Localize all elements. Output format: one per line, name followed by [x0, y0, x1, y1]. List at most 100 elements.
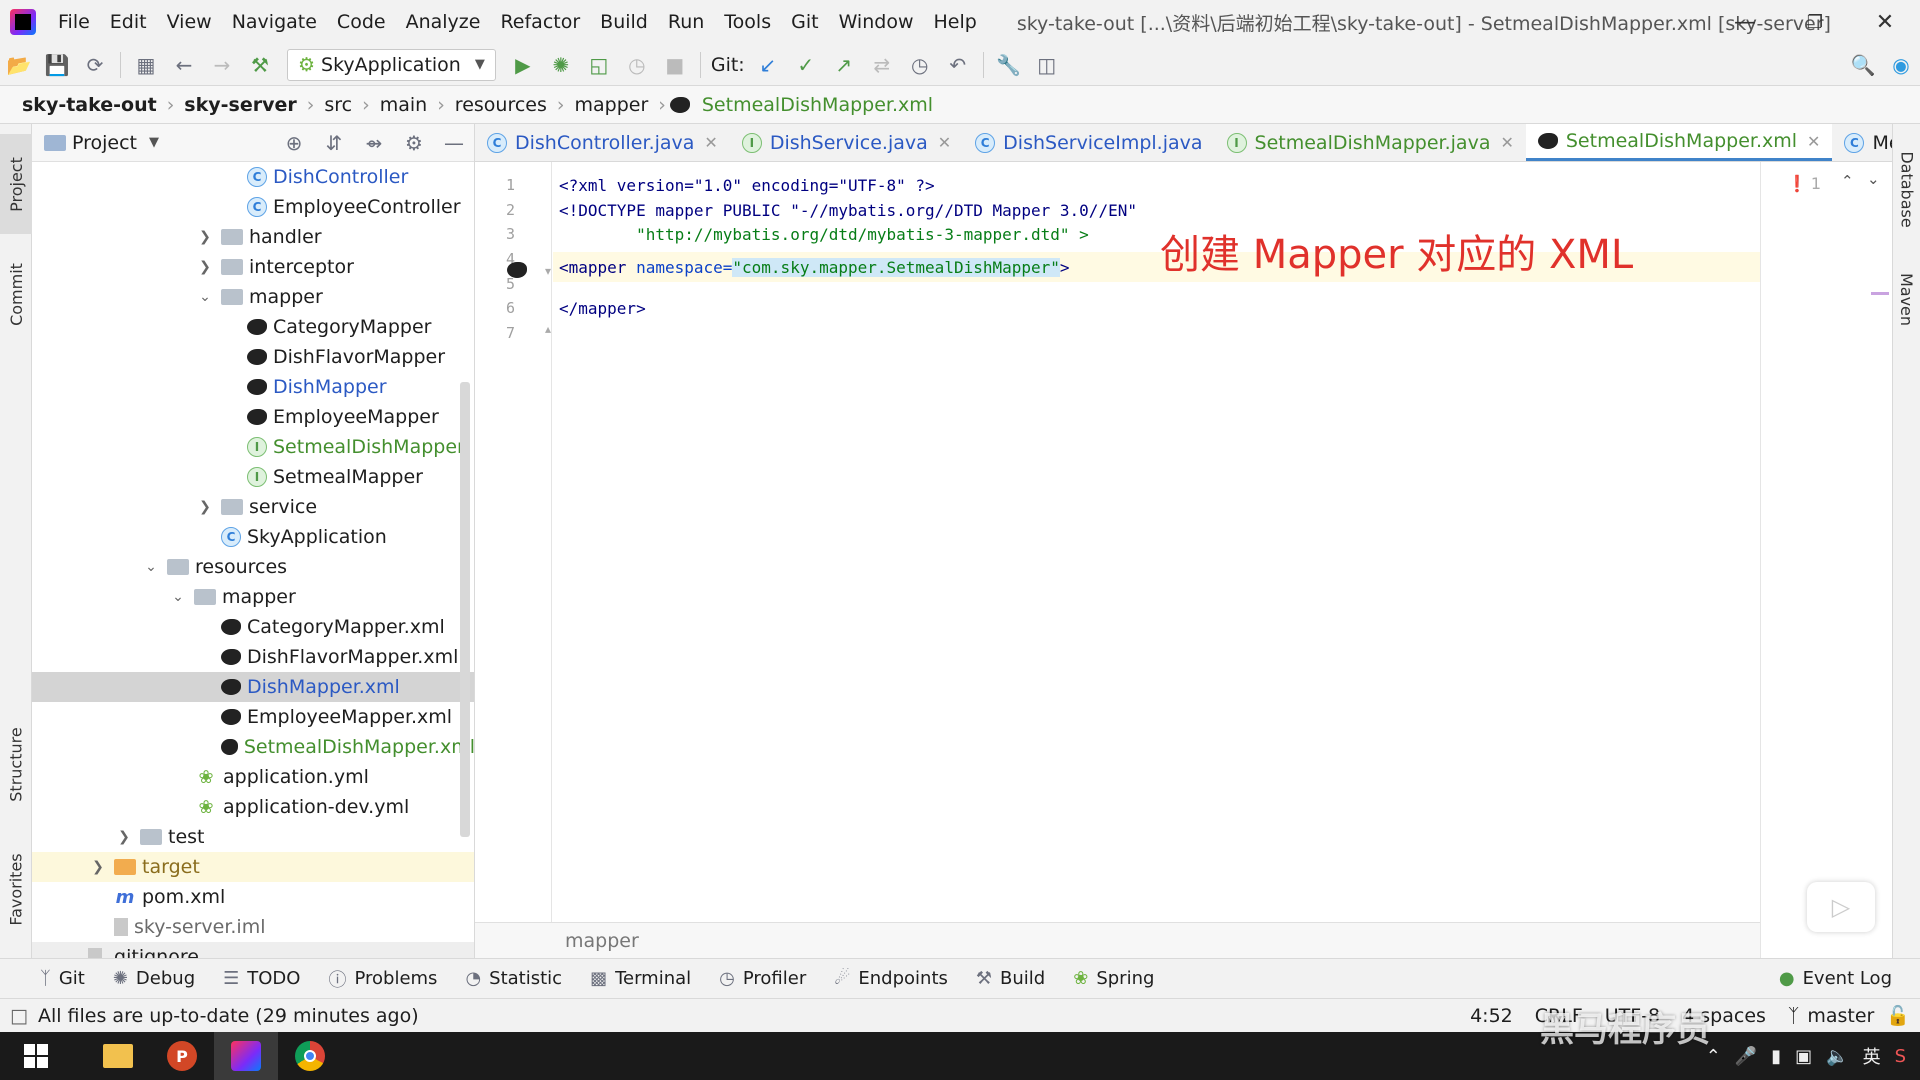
menu-code[interactable]: Code	[327, 11, 396, 33]
tree-item[interactable]: ⌄ mapper	[32, 282, 474, 312]
close-tab-icon[interactable]: ✕	[704, 133, 717, 152]
tree-item[interactable]: I SetmealDishMapper	[32, 432, 474, 462]
tab-dishserviceimpl[interactable]: C DishServiceImpl.java	[963, 124, 1214, 161]
tree-item[interactable]: EmployeeMapper	[32, 402, 474, 432]
stripe-tab-maven[interactable]: Maven	[1893, 254, 1920, 344]
tree-item[interactable]: ❀ application-dev.yml	[32, 792, 474, 822]
chevron-right-icon[interactable]: ❯	[88, 859, 108, 875]
tree-item[interactable]: SetmealDishMapper.xml	[32, 732, 474, 762]
tree-item[interactable]: ❯ target	[32, 852, 474, 882]
menu-refactor[interactable]: Refactor	[490, 11, 590, 33]
sogou-ime-icon[interactable]: S	[1895, 1046, 1906, 1067]
tree-item[interactable]: .gitignore	[32, 942, 474, 958]
tree-item[interactable]: m pom.xml	[32, 882, 474, 912]
tool-tab-profiler[interactable]: ◷ Profiler	[719, 968, 806, 989]
stripe-tab-commit[interactable]: Commit	[0, 244, 32, 344]
chevron-up-icon[interactable]: ⌃	[1841, 172, 1854, 190]
tab-dishcontroller[interactable]: C DishController.java ✕	[475, 124, 730, 161]
collapse-all-icon[interactable]: ⇴	[354, 131, 394, 155]
volume-icon[interactable]: 🔈	[1826, 1046, 1848, 1067]
breadcrumb-item[interactable]: sky-take-out	[16, 94, 163, 116]
build-hammer-icon[interactable]: ⚒	[241, 44, 279, 86]
tree-item[interactable]: CategoryMapper.xml	[32, 612, 474, 642]
tree-scrollbar[interactable]	[460, 382, 470, 837]
chevron-down-icon[interactable]: ⌄	[1867, 170, 1880, 188]
gear-icon[interactable]: ⚙	[394, 131, 434, 155]
network-icon[interactable]: ▣	[1795, 1046, 1812, 1067]
git-merge-icon[interactable]: ⇄	[863, 44, 901, 86]
menu-run[interactable]: Run	[658, 11, 714, 33]
menu-git[interactable]: Git	[781, 11, 828, 33]
stripe-tab-favorites[interactable]: Favorites	[0, 834, 32, 944]
fold-marker-icon[interactable]: ▴	[545, 322, 551, 336]
git-push-icon[interactable]: ↗	[825, 44, 863, 86]
close-tab-icon[interactable]: ✕	[1500, 133, 1513, 152]
breadcrumb-item[interactable]: sky-server	[178, 94, 302, 116]
tree-item[interactable]: ❯ test	[32, 822, 474, 852]
menu-analyze[interactable]: Analyze	[396, 11, 491, 33]
tool-tab-debug[interactable]: ✺ Debug	[113, 968, 195, 989]
coverage-icon[interactable]: ◱	[580, 44, 618, 86]
battery-icon[interactable]: ▮	[1771, 1046, 1781, 1067]
fold-marker-icon[interactable]: ▾	[545, 264, 551, 278]
expand-all-icon[interactable]: ⇵	[314, 131, 354, 155]
tool-tab-event-log[interactable]: ● Event Log	[1779, 968, 1892, 989]
tree-item[interactable]: EmployeeMapper.xml	[32, 702, 474, 732]
tree-item[interactable]: DishMapper	[32, 372, 474, 402]
lock-icon[interactable]: 🔓	[1886, 1004, 1910, 1027]
tree-item[interactable]: C EmployeeController	[32, 192, 474, 222]
chrome-icon[interactable]	[278, 1032, 342, 1080]
git-history-icon[interactable]: ◷	[901, 44, 939, 86]
save-all-icon[interactable]: 💾	[38, 44, 76, 86]
git-update-icon[interactable]: ↙	[749, 44, 787, 86]
ime-indicator[interactable]: 英	[1863, 1043, 1881, 1069]
close-tab-icon[interactable]: ✕	[1807, 132, 1820, 151]
debug-icon[interactable]: ✺	[542, 44, 580, 86]
tree-item[interactable]: DishFlavorMapper.xml	[32, 642, 474, 672]
menu-build[interactable]: Build	[590, 11, 658, 33]
toggle-tool-windows-icon[interactable]: □	[10, 1005, 28, 1027]
chevron-down-icon[interactable]: ⌄	[141, 559, 161, 575]
tool-tab-spring[interactable]: ❀ Spring	[1073, 968, 1154, 989]
xml-path-label[interactable]: mapper	[565, 930, 639, 952]
tool-tab-endpoints[interactable]: ☄ Endpoints	[834, 968, 948, 989]
tool-tab-git[interactable]: ᛉ Git	[40, 968, 85, 989]
tree-item[interactable]: ⌄ resources	[32, 552, 474, 582]
stripe-tab-database[interactable]: Database	[1893, 134, 1920, 244]
profile-icon[interactable]: ◷	[618, 44, 656, 86]
menu-edit[interactable]: Edit	[100, 11, 157, 33]
play-overlay-icon[interactable]: ▷	[1807, 882, 1875, 932]
tab-dishservice[interactable]: I DishService.java ✕	[730, 124, 963, 161]
git-rollback-icon[interactable]: ↶	[939, 44, 977, 86]
project-structure-icon[interactable]: ▦	[127, 44, 165, 86]
tree-item[interactable]: C DishController	[32, 162, 474, 192]
tool-tab-terminal[interactable]: ▩ Terminal	[590, 968, 691, 989]
hide-panel-icon[interactable]: —	[434, 131, 474, 155]
chevron-down-icon[interactable]: ▼	[149, 135, 159, 150]
chevron-down-icon[interactable]: ⌄	[195, 289, 215, 305]
git-branch[interactable]: master	[1807, 1005, 1874, 1027]
tool-tab-statistic[interactable]: ◔ Statistic	[465, 968, 562, 989]
close-window-icon[interactable]: ✕	[1850, 0, 1920, 44]
search-everywhere-icon[interactable]: 🔍	[1844, 44, 1882, 86]
menu-navigate[interactable]: Navigate	[222, 11, 327, 33]
code-with-me-icon[interactable]: ◉	[1882, 44, 1920, 86]
tree-item[interactable]: C SkyApplication	[32, 522, 474, 552]
sync-icon[interactable]: ⟳	[76, 44, 114, 86]
tree-item[interactable]: DishFlavorMapper	[32, 342, 474, 372]
caret-position[interactable]: 4:52	[1470, 1005, 1513, 1027]
microphone-icon[interactable]: 🎤	[1735, 1046, 1757, 1067]
tool-tab-problems[interactable]: ⓘ Problems	[328, 966, 437, 992]
back-arrow-icon[interactable]: ←	[165, 44, 203, 86]
problems-indicator[interactable]: ❗ 1	[1787, 174, 1821, 193]
locate-file-icon[interactable]: ⊕	[274, 131, 314, 155]
breadcrumb-item-current[interactable]: SetmealDishMapper.xml	[696, 94, 939, 116]
minimize-icon[interactable]: —	[1710, 0, 1780, 44]
project-panel-title[interactable]: Project	[72, 132, 137, 154]
run-config-select[interactable]: ⚙ SkyApplication ▼	[287, 48, 496, 81]
tool-tab-build[interactable]: ⚒ Build	[976, 968, 1045, 989]
tree-item[interactable]: ❀ application.yml	[32, 762, 474, 792]
menu-help[interactable]: Help	[923, 11, 986, 33]
stripe-tab-project[interactable]: Project	[0, 134, 32, 234]
stop-icon[interactable]: ■	[656, 44, 694, 86]
